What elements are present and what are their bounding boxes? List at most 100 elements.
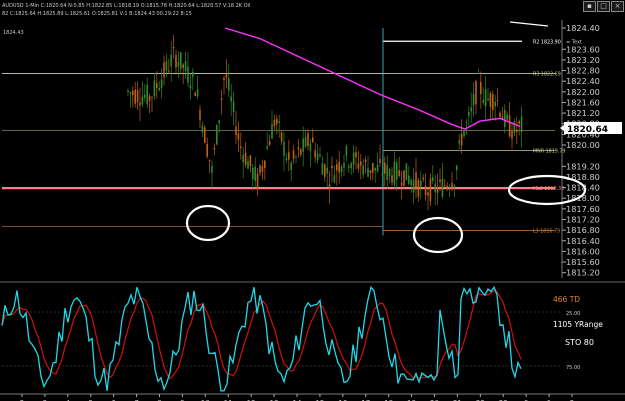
candle-body xyxy=(144,94,146,98)
level-label: L3 1816.79 xyxy=(533,228,560,234)
minimize-button[interactable]: ▪ xyxy=(583,1,596,12)
candle-body xyxy=(319,154,321,157)
candle-body xyxy=(492,94,494,110)
candle-body xyxy=(304,136,307,147)
candle-body xyxy=(439,179,441,182)
candle-body xyxy=(132,90,134,96)
highlight-circle xyxy=(185,204,231,242)
candle-body xyxy=(496,100,499,102)
candle-body xyxy=(393,161,396,185)
candle-body xyxy=(309,143,312,152)
candle-body xyxy=(458,140,460,144)
candle-body xyxy=(475,81,477,105)
price-tick-label: 1816.80 xyxy=(566,225,600,235)
candle-body xyxy=(367,168,369,177)
candle-body xyxy=(417,180,420,197)
candle-body xyxy=(268,140,271,146)
candle-body xyxy=(189,85,192,89)
candle-body xyxy=(415,172,417,188)
candle-body xyxy=(321,163,324,175)
candle-body xyxy=(261,166,264,172)
candle-body xyxy=(271,124,273,139)
candle-body xyxy=(326,167,328,174)
candle-body xyxy=(338,161,340,173)
candle-body xyxy=(504,109,506,128)
candle-body xyxy=(331,165,333,169)
candle-body xyxy=(196,89,199,97)
candle-body xyxy=(400,182,403,186)
level-label: R3 1822.69 xyxy=(533,71,561,77)
price-tick-label: 1821.20 xyxy=(566,108,600,118)
candle-body xyxy=(391,175,393,183)
candle-body xyxy=(386,164,388,180)
price-tick-label: 1817.60 xyxy=(566,204,600,214)
candle-body xyxy=(408,175,410,184)
candle-body xyxy=(170,54,172,67)
stoch-tick-label: 75.00 xyxy=(566,365,580,371)
candle-body xyxy=(477,72,480,74)
candle-body xyxy=(410,179,412,186)
candle-body xyxy=(290,162,292,171)
indicator-label: 466 TD xyxy=(553,295,580,304)
candle-body xyxy=(252,167,254,180)
candle-body xyxy=(511,131,513,139)
candle-body xyxy=(211,165,213,173)
candle-body xyxy=(355,152,357,158)
candle-body xyxy=(357,163,360,169)
candle-body xyxy=(453,185,456,188)
price-tick-label: 1815.60 xyxy=(566,257,600,267)
candle-body xyxy=(148,95,151,102)
candle-body xyxy=(182,64,184,68)
candle-body xyxy=(494,101,496,107)
price-tick-label: 1816.40 xyxy=(566,236,600,246)
candle-body xyxy=(244,152,247,165)
price-tick-label: 1821.60 xyxy=(566,97,600,107)
close-button[interactable]: × xyxy=(611,1,624,12)
candle-body xyxy=(424,185,427,196)
price-tick-label: 1815.20 xyxy=(566,268,600,278)
candle-body xyxy=(259,165,261,174)
highlight-circle xyxy=(412,216,464,254)
candle-body xyxy=(312,137,314,143)
candle-body xyxy=(273,119,276,126)
candle-body xyxy=(165,61,168,71)
candle-body xyxy=(328,184,331,189)
candle-body xyxy=(213,147,216,150)
candle-body xyxy=(300,149,302,155)
candle-body xyxy=(177,62,180,67)
candle-body xyxy=(345,145,348,156)
candle-body xyxy=(340,166,343,173)
candle-body xyxy=(235,126,237,136)
candle-body xyxy=(201,125,204,133)
candle-body xyxy=(127,90,129,93)
candle-body xyxy=(242,154,244,163)
candle-body xyxy=(472,93,475,106)
candles-layer xyxy=(127,34,523,211)
candle-body xyxy=(163,62,165,78)
price-tick-label: 1819.20 xyxy=(566,161,600,171)
candle-body xyxy=(153,80,156,96)
maximize-button[interactable]: □ xyxy=(597,1,610,12)
stochastic-fast-line xyxy=(1,285,522,392)
candle-body xyxy=(352,152,355,165)
candle-body xyxy=(225,73,228,78)
candle-body xyxy=(460,133,463,146)
candle-body xyxy=(396,162,398,180)
candle-body xyxy=(333,175,336,183)
candle-body xyxy=(516,129,518,132)
price-chart[interactable]: AUDUSD 1-Min C:1820.64 N:0.85 H:1822.85 … xyxy=(0,0,625,401)
price-axis: 1824.40 1823.601823.201822.801822.401822.… xyxy=(560,20,622,278)
candle-body xyxy=(520,116,523,133)
price-tick-label: 1818.80 xyxy=(566,172,600,182)
candle-body xyxy=(297,147,300,150)
candle-body xyxy=(218,120,220,124)
candle-body xyxy=(247,160,249,169)
candle-body xyxy=(156,83,158,88)
candle-body xyxy=(480,81,482,95)
candle-body xyxy=(376,164,379,172)
candle-body xyxy=(256,173,259,190)
candle-body xyxy=(388,169,391,176)
candle-body xyxy=(288,152,290,160)
candle-body xyxy=(446,185,448,189)
candle-body xyxy=(134,89,136,104)
